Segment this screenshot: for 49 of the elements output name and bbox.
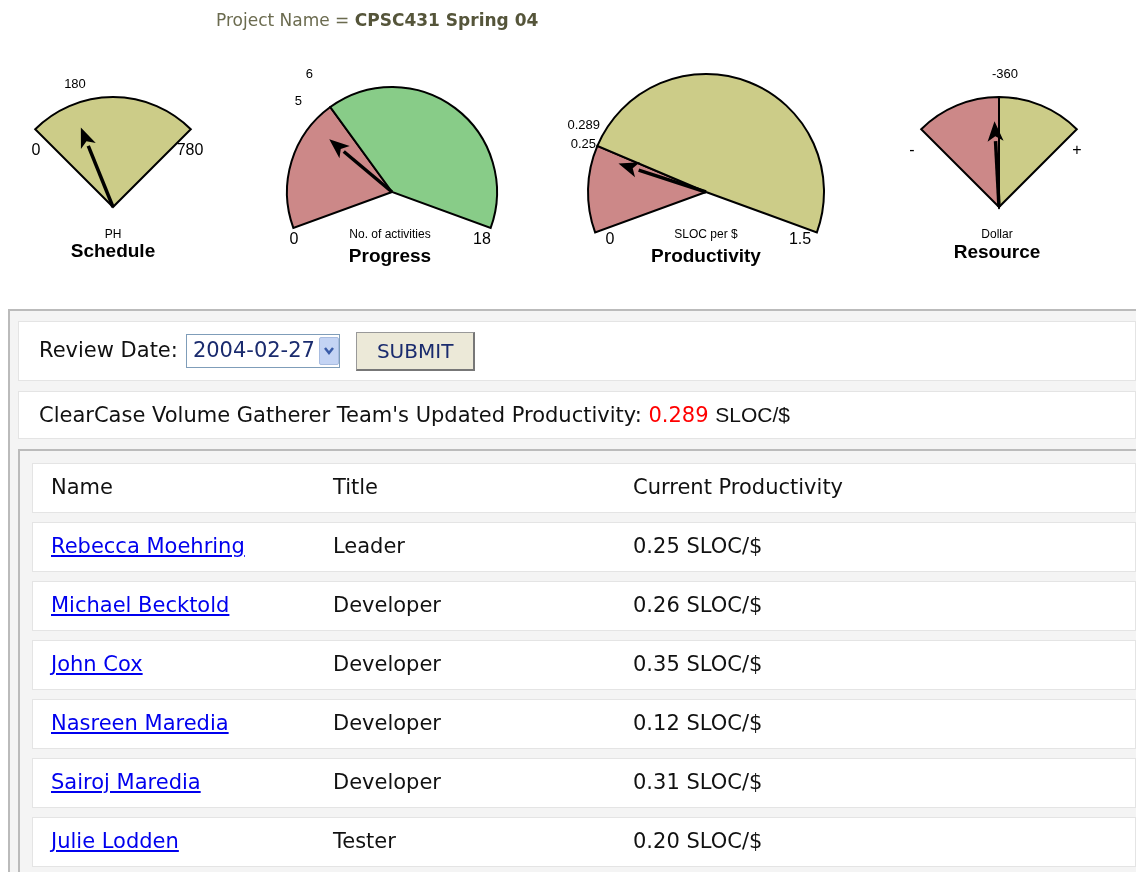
table-cell: 0.12 SLOC/$ xyxy=(633,711,763,736)
table-cell: 0.31 SLOC/$ xyxy=(633,770,763,795)
member-link[interactable]: John Cox xyxy=(51,652,143,677)
gauge-title: Progress xyxy=(348,245,432,266)
scale-label: + xyxy=(1072,141,1082,158)
member-link[interactable]: Julie Lodden xyxy=(51,829,179,854)
gauge-title: Schedule xyxy=(70,240,156,261)
column-header: Current Productivity xyxy=(633,475,844,500)
scale-label: 6 xyxy=(305,67,313,81)
member-link[interactable]: Rebecca Moehring xyxy=(51,534,245,559)
table-cell: Developer xyxy=(333,593,441,618)
scale-label: 5 xyxy=(294,93,302,108)
scale-label: 1.5 xyxy=(788,230,812,247)
member-link[interactable]: Michael Becktold xyxy=(51,593,230,618)
unit-label: SLOC per $ xyxy=(674,227,738,241)
productivity-summary: ClearCase Volume Gatherer Team's Updated Productivity: 0.289 SLOC/$ xyxy=(39,401,790,429)
table-cell: 0.20 SLOC/$ xyxy=(633,829,763,854)
table-cell: 0.25 SLOC/$ xyxy=(633,534,763,559)
review-date-select[interactable]: 2004-02-27 xyxy=(185,334,340,368)
scale-label: 0 xyxy=(605,230,615,247)
gauge-title: Productivity xyxy=(651,245,761,266)
table-cell: Developer xyxy=(333,770,441,795)
scale-label: 0.289 xyxy=(567,117,600,132)
column-header: Title xyxy=(333,475,378,500)
scale-label: 180 xyxy=(64,76,86,91)
scale-label: -360 xyxy=(992,67,1018,81)
scale-label: - xyxy=(909,141,915,158)
gauge-title: Resource xyxy=(953,241,1041,262)
scale-label: 0.25 xyxy=(570,136,596,151)
review-date-label: Review Date: xyxy=(39,337,178,365)
scale-label: 18 xyxy=(473,230,491,247)
scale-label: 0 xyxy=(289,230,299,247)
scale-label: 0 xyxy=(31,141,41,158)
table-cell: Developer xyxy=(333,652,441,677)
submit-button[interactable]: SUBMIT xyxy=(355,331,476,371)
table-cell: 0.35 SLOC/$ xyxy=(633,652,763,677)
member-link[interactable]: Sairoj Maredia xyxy=(51,770,201,795)
table-cell: Developer xyxy=(333,711,441,736)
dropdown-icon xyxy=(323,347,334,355)
project-name: Project Name = CPSC431 Spring 04 xyxy=(215,9,540,32)
table-cell: 0.26 SLOC/$ xyxy=(633,593,763,618)
table-cell: Leader xyxy=(333,534,405,559)
scale-label: 780 xyxy=(176,141,204,158)
unit-label: No. of activities xyxy=(349,227,431,241)
unit-label: PH xyxy=(104,227,122,241)
member-link[interactable]: Nasreen Maredia xyxy=(51,711,229,736)
unit-label: Dollar xyxy=(981,227,1013,241)
column-header: Name xyxy=(51,475,113,500)
table-cell: Tester xyxy=(333,829,396,854)
